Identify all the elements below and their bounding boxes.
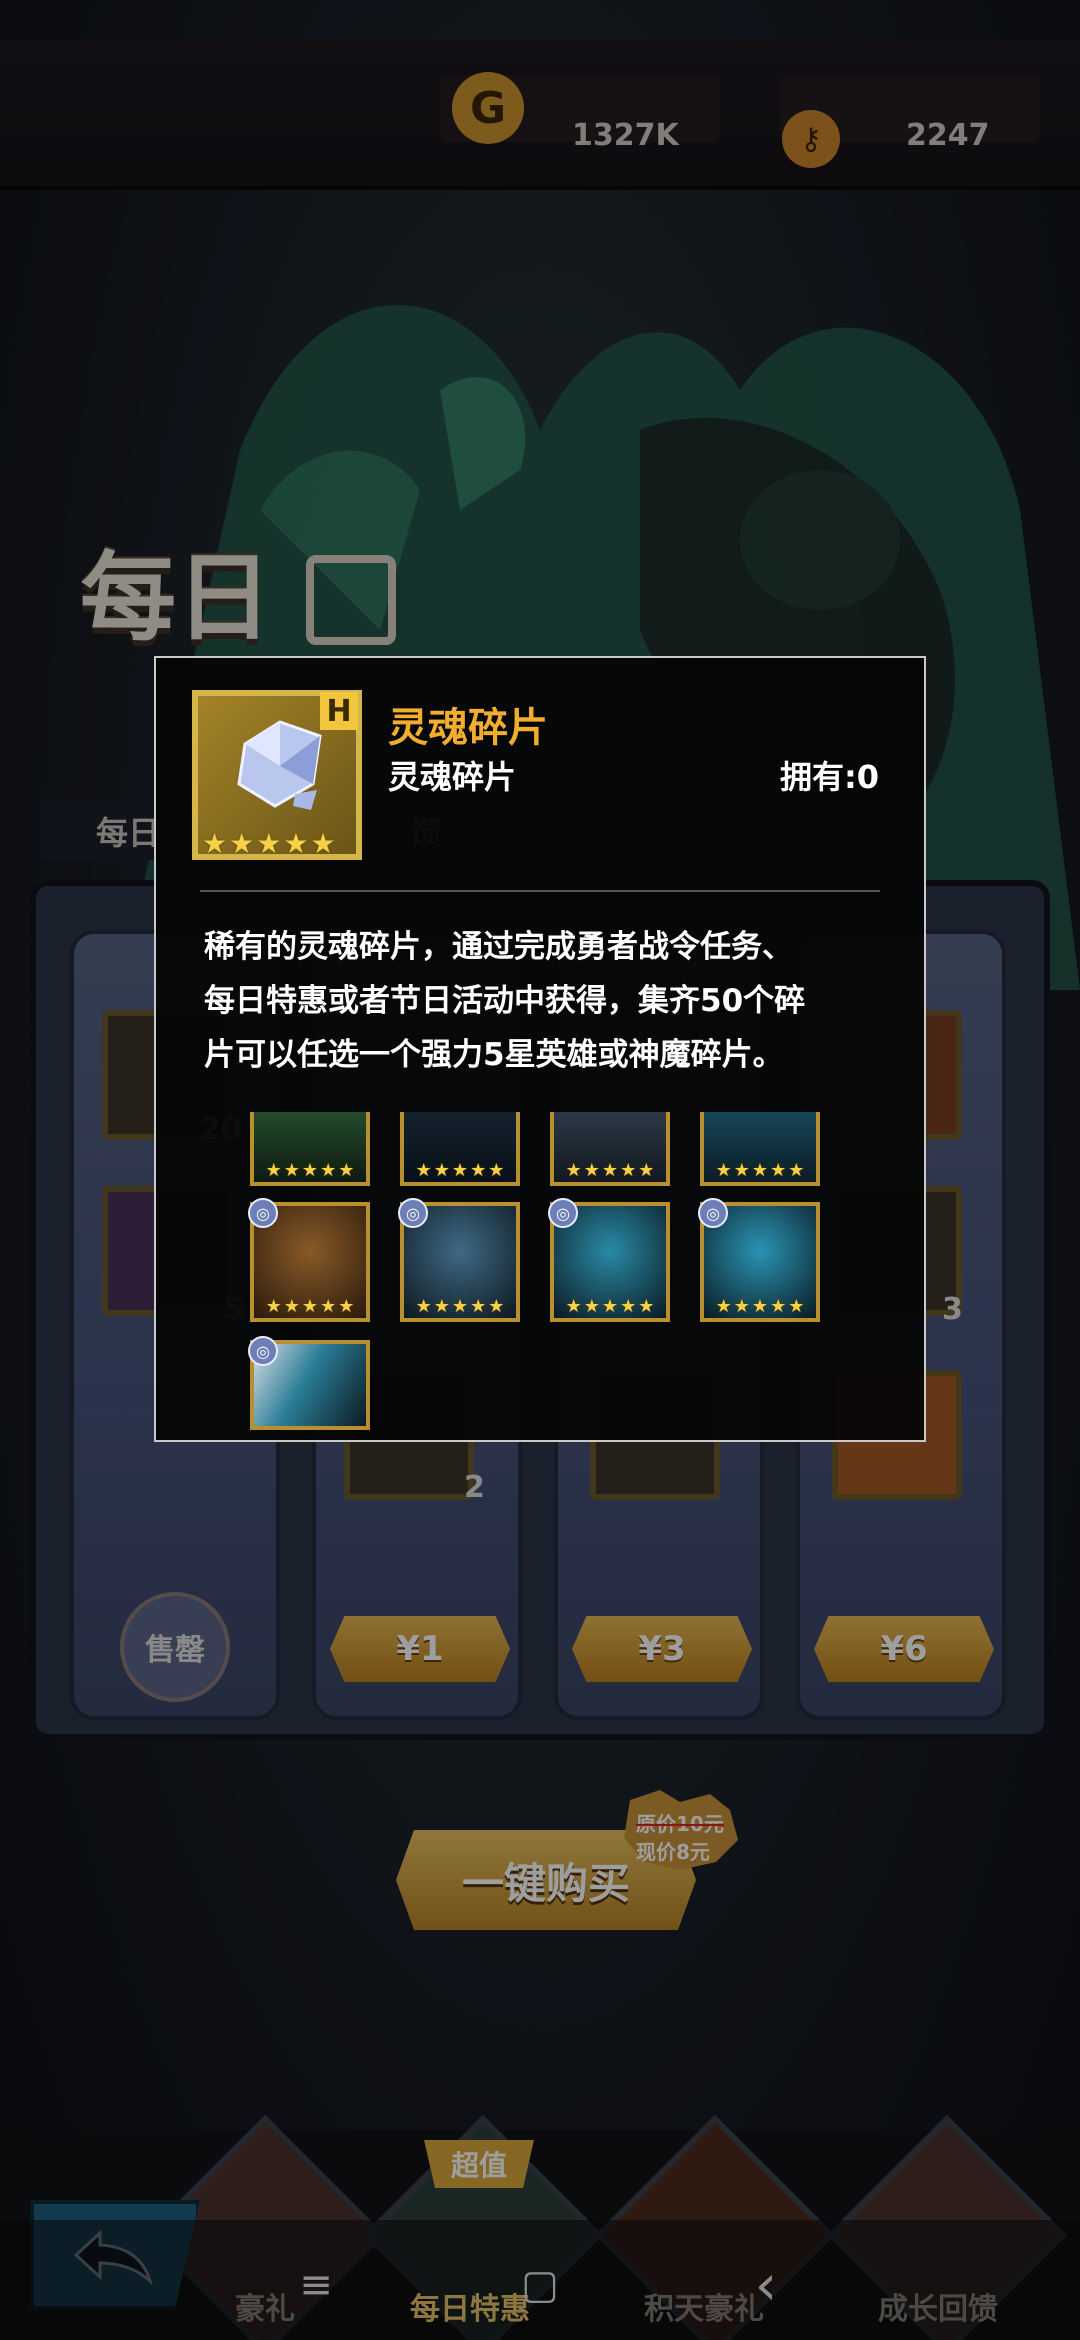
star-icon: ★ [229, 827, 255, 860]
water-element-icon: ◎ [248, 1198, 278, 1228]
water-element-icon: ◎ [248, 1336, 278, 1366]
hero-portrait[interactable]: ★ ★ ★ ★ ★ [550, 1112, 670, 1186]
hero-portrait[interactable]: ★ ★ ★ ★ ★ [400, 1112, 520, 1186]
hero-stars: ★ ★ ★ ★ ★ [565, 1160, 655, 1181]
hero-portrait[interactable]: ★ ★ ★ ★ ★ [250, 1112, 370, 1186]
hero-stars: ★ ★ ★ ★ ★ [415, 1160, 505, 1181]
hero-stars: ★ ★ ★ ★ ★ [265, 1296, 355, 1317]
item-name: 灵魂碎片 [388, 705, 548, 751]
star-icon: ★ [256, 827, 282, 860]
description-line: 稀有的灵魂碎片，通过完成勇者战令任务、 [204, 929, 793, 965]
hero-row-partial: ★ ★ ★ ★ ★ ★ ★ ★ ★ ★ ★ ★ ★ ★ ★ ★ ★ ★ ★ ★ [246, 1112, 870, 1186]
owned-count: 拥有:0 [780, 758, 880, 796]
water-element-icon: ◎ [698, 1198, 728, 1228]
item-type: 灵魂碎片 [388, 758, 517, 796]
hero-portrait[interactable]: ★ ★ ★ ★ ★ [700, 1112, 820, 1186]
item-description: 稀有的灵魂碎片，通过完成勇者战令任务、 每日特惠或者节日活动中获得，集齐50个碎… [204, 920, 894, 1082]
description-line: 每日特惠或者节日活动中获得，集齐50个碎 [204, 983, 806, 1019]
star-icon: ★ [310, 827, 336, 860]
hero-stars: ★ ★ ★ ★ ★ [715, 1160, 805, 1181]
hero-badge-icon: H [320, 692, 358, 730]
hero-stars: ★ ★ ★ ★ ★ [415, 1296, 505, 1317]
description-line: 片可以任选一个强力5星英雄或神魔碎片。 [204, 1037, 784, 1073]
divider [200, 890, 880, 892]
water-element-icon: ◎ [398, 1198, 428, 1228]
hero-stars: ★ ★ ★ ★ ★ [715, 1296, 805, 1317]
item-stars: ★ ★ ★ ★ ★ [202, 830, 336, 858]
star-icon: ★ [283, 827, 309, 860]
hero-stars: ★ ★ ★ ★ ★ [565, 1296, 655, 1317]
star-icon: ★ [202, 827, 228, 860]
soul-shard-icon [237, 720, 322, 810]
water-element-icon: ◎ [548, 1198, 578, 1228]
hero-stars: ★ ★ ★ ★ ★ [265, 1160, 355, 1181]
